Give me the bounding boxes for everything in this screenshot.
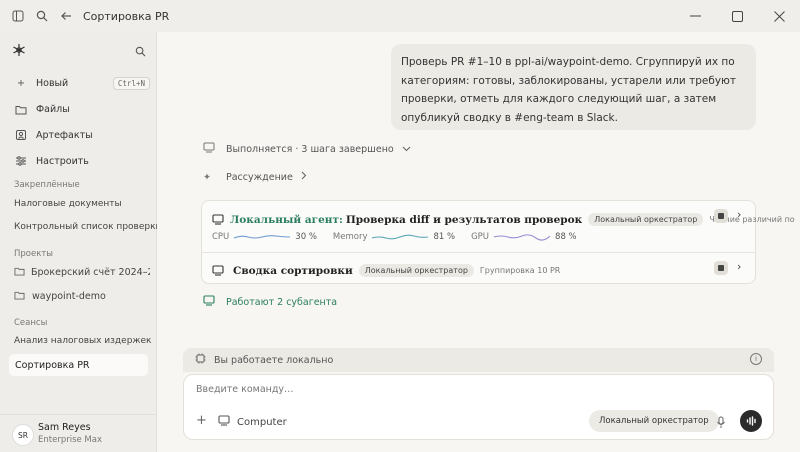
info-icon[interactable]: i <box>750 353 762 365</box>
task-title: Проверка diff и результатов проверок <box>345 213 583 226</box>
task-detail: Группировка 10 PR <box>479 266 561 275</box>
monitor-icon <box>203 295 217 309</box>
chevron-right-icon[interactable]: › <box>737 260 741 273</box>
task-row[interactable]: Локальный агент: Проверка diff и результ… <box>202 201 795 253</box>
monitor-icon <box>218 415 232 429</box>
local-mode-banner: Вы работаете локально i <box>183 348 774 372</box>
metric-label: GPU <box>471 232 490 242</box>
agent-label: Локальный агент: <box>230 213 343 226</box>
window-title: Сортировка PR <box>83 9 170 23</box>
pinned-item[interactable]: Налоговые документы <box>14 199 122 209</box>
new-chat-button[interactable]: + Новый Ctrl+N <box>8 70 150 96</box>
reasoning-toggle[interactable]: ✦ Рассуждение <box>203 171 307 183</box>
resource-metrics: CPU 30 % Memory 81 % GPU 88 % <box>212 232 593 242</box>
stop-button[interactable] <box>714 209 728 223</box>
close-button[interactable] <box>758 0 800 32</box>
sidebar-item-label: Настроить <box>36 155 89 167</box>
orchestrator-chip: Локальный оркестратор <box>358 264 474 277</box>
chevron-right-icon[interactable]: › <box>737 208 741 221</box>
project-label: Брокерский счёт 2024–2025 <box>31 267 150 278</box>
task-card: Локальный агент: Проверка diff и результ… <box>201 200 795 284</box>
metric-gpu: GPU 88 % <box>471 232 577 242</box>
maximize-button[interactable] <box>716 0 758 32</box>
sidebar-item-label: Файлы <box>36 103 70 115</box>
progress-text: Выполняется · 3 шага завершено <box>226 143 394 155</box>
sliders-icon <box>14 154 28 168</box>
search-icon[interactable] <box>31 5 53 27</box>
logo-icon <box>12 42 26 61</box>
avatar: SR <box>12 424 34 446</box>
folder-icon <box>14 290 26 303</box>
sidebar-item-label: Артефакты <box>36 129 93 141</box>
sidebar-search-icon[interactable] <box>135 42 146 61</box>
shortcut-badge: Ctrl+N <box>112 76 150 90</box>
folder-icon <box>14 266 25 279</box>
task-title: Сводка сортировки <box>233 264 353 277</box>
stop-icon <box>718 265 724 271</box>
sessions-section-label: Сеансы <box>14 318 48 328</box>
project-item[interactable]: waypoint-demo <box>14 290 150 303</box>
orchestrator-select[interactable]: Локальный оркестратор <box>589 410 719 432</box>
voice-mode-button[interactable] <box>740 410 762 432</box>
sidebar-item-files[interactable]: Файлы <box>8 96 150 122</box>
pinned-item[interactable]: Контрольный список проверки <box>14 222 161 232</box>
composer: + Computer Локальный оркестратор <box>183 374 774 440</box>
gpu-sparkline <box>494 234 551 241</box>
stop-icon <box>718 213 724 219</box>
chip-icon <box>195 353 209 367</box>
folder-icon <box>14 102 28 116</box>
cpu-sparkline <box>234 235 291 239</box>
orchestrator-chip: Локальный оркестратор <box>588 213 704 226</box>
subagents-label: Работают 2 субагента <box>226 296 338 308</box>
user-message: Проверь PR #1–10 в ppl-ai/waypoint-demo.… <box>391 44 756 130</box>
microphone-icon[interactable] <box>716 414 726 433</box>
pinned-section-label: Закреплённые <box>14 180 80 190</box>
sidebar-item-customize[interactable]: Настроить <box>8 148 150 174</box>
chevron-down-icon <box>402 144 411 155</box>
sidebar-toggle-icon[interactable] <box>7 5 29 27</box>
local-mode-label: Вы работаете локально <box>214 354 334 366</box>
new-label: Новый <box>36 77 69 89</box>
waveform-icon <box>746 416 756 426</box>
metric-label: CPU <box>212 232 230 242</box>
user-profile[interactable]: SR Sam Reyes Enterprise Max <box>0 414 156 452</box>
monitor-icon <box>212 210 226 229</box>
projects-section-label: Проекты <box>14 249 54 259</box>
reasoning-label: Рассуждение <box>226 171 293 183</box>
sidebar: + Новый Ctrl+N Файлы Артефакты Настроить… <box>0 32 161 452</box>
artifact-icon <box>14 128 28 142</box>
monitor-icon <box>203 142 217 156</box>
metric-label: Memory <box>332 232 368 242</box>
chevron-right-icon <box>301 171 307 183</box>
command-input[interactable] <box>196 384 756 395</box>
metric-memory: Memory 81 % <box>333 232 455 242</box>
subagents-status[interactable]: Работают 2 субагента <box>203 295 337 309</box>
session-item-active[interactable]: Сортировка PR <box>9 354 148 376</box>
metric-value: 88 % <box>555 232 577 242</box>
title-bar: Сортировка PR <box>0 0 800 32</box>
task-row[interactable]: Сводка сортировки Локальный оркестратор … <box>202 253 755 284</box>
minimize-button[interactable] <box>674 0 716 32</box>
session-item[interactable]: Анализ налоговых издержек <box>14 336 151 346</box>
main-panel: Проверь PR #1–10 в ppl-ai/waypoint-demo.… <box>157 32 800 452</box>
stop-button[interactable] <box>714 261 728 275</box>
user-name: Sam Reyes <box>38 422 91 433</box>
progress-status[interactable]: Выполняется · 3 шага завершено <box>203 142 411 156</box>
metric-value: 81 % <box>433 232 456 242</box>
project-item[interactable]: Брокерский счёт 2024–2025 <box>14 266 150 279</box>
sidebar-item-artifacts[interactable]: Артефакты <box>8 122 150 148</box>
user-plan: Enterprise Max <box>38 435 102 445</box>
metric-value: 30 % <box>295 232 317 242</box>
memory-sparkline <box>372 234 429 240</box>
computer-button[interactable]: Computer <box>218 415 287 429</box>
plus-icon[interactable]: + <box>196 413 207 428</box>
back-arrow-icon[interactable] <box>55 5 77 27</box>
computer-label: Computer <box>237 416 287 428</box>
sparkle-icon: ✦ <box>203 171 211 183</box>
project-label: waypoint-demo <box>32 291 106 302</box>
monitor-icon <box>212 261 226 280</box>
metric-cpu: CPU 30 % <box>212 232 317 242</box>
plus-icon: + <box>17 77 25 89</box>
